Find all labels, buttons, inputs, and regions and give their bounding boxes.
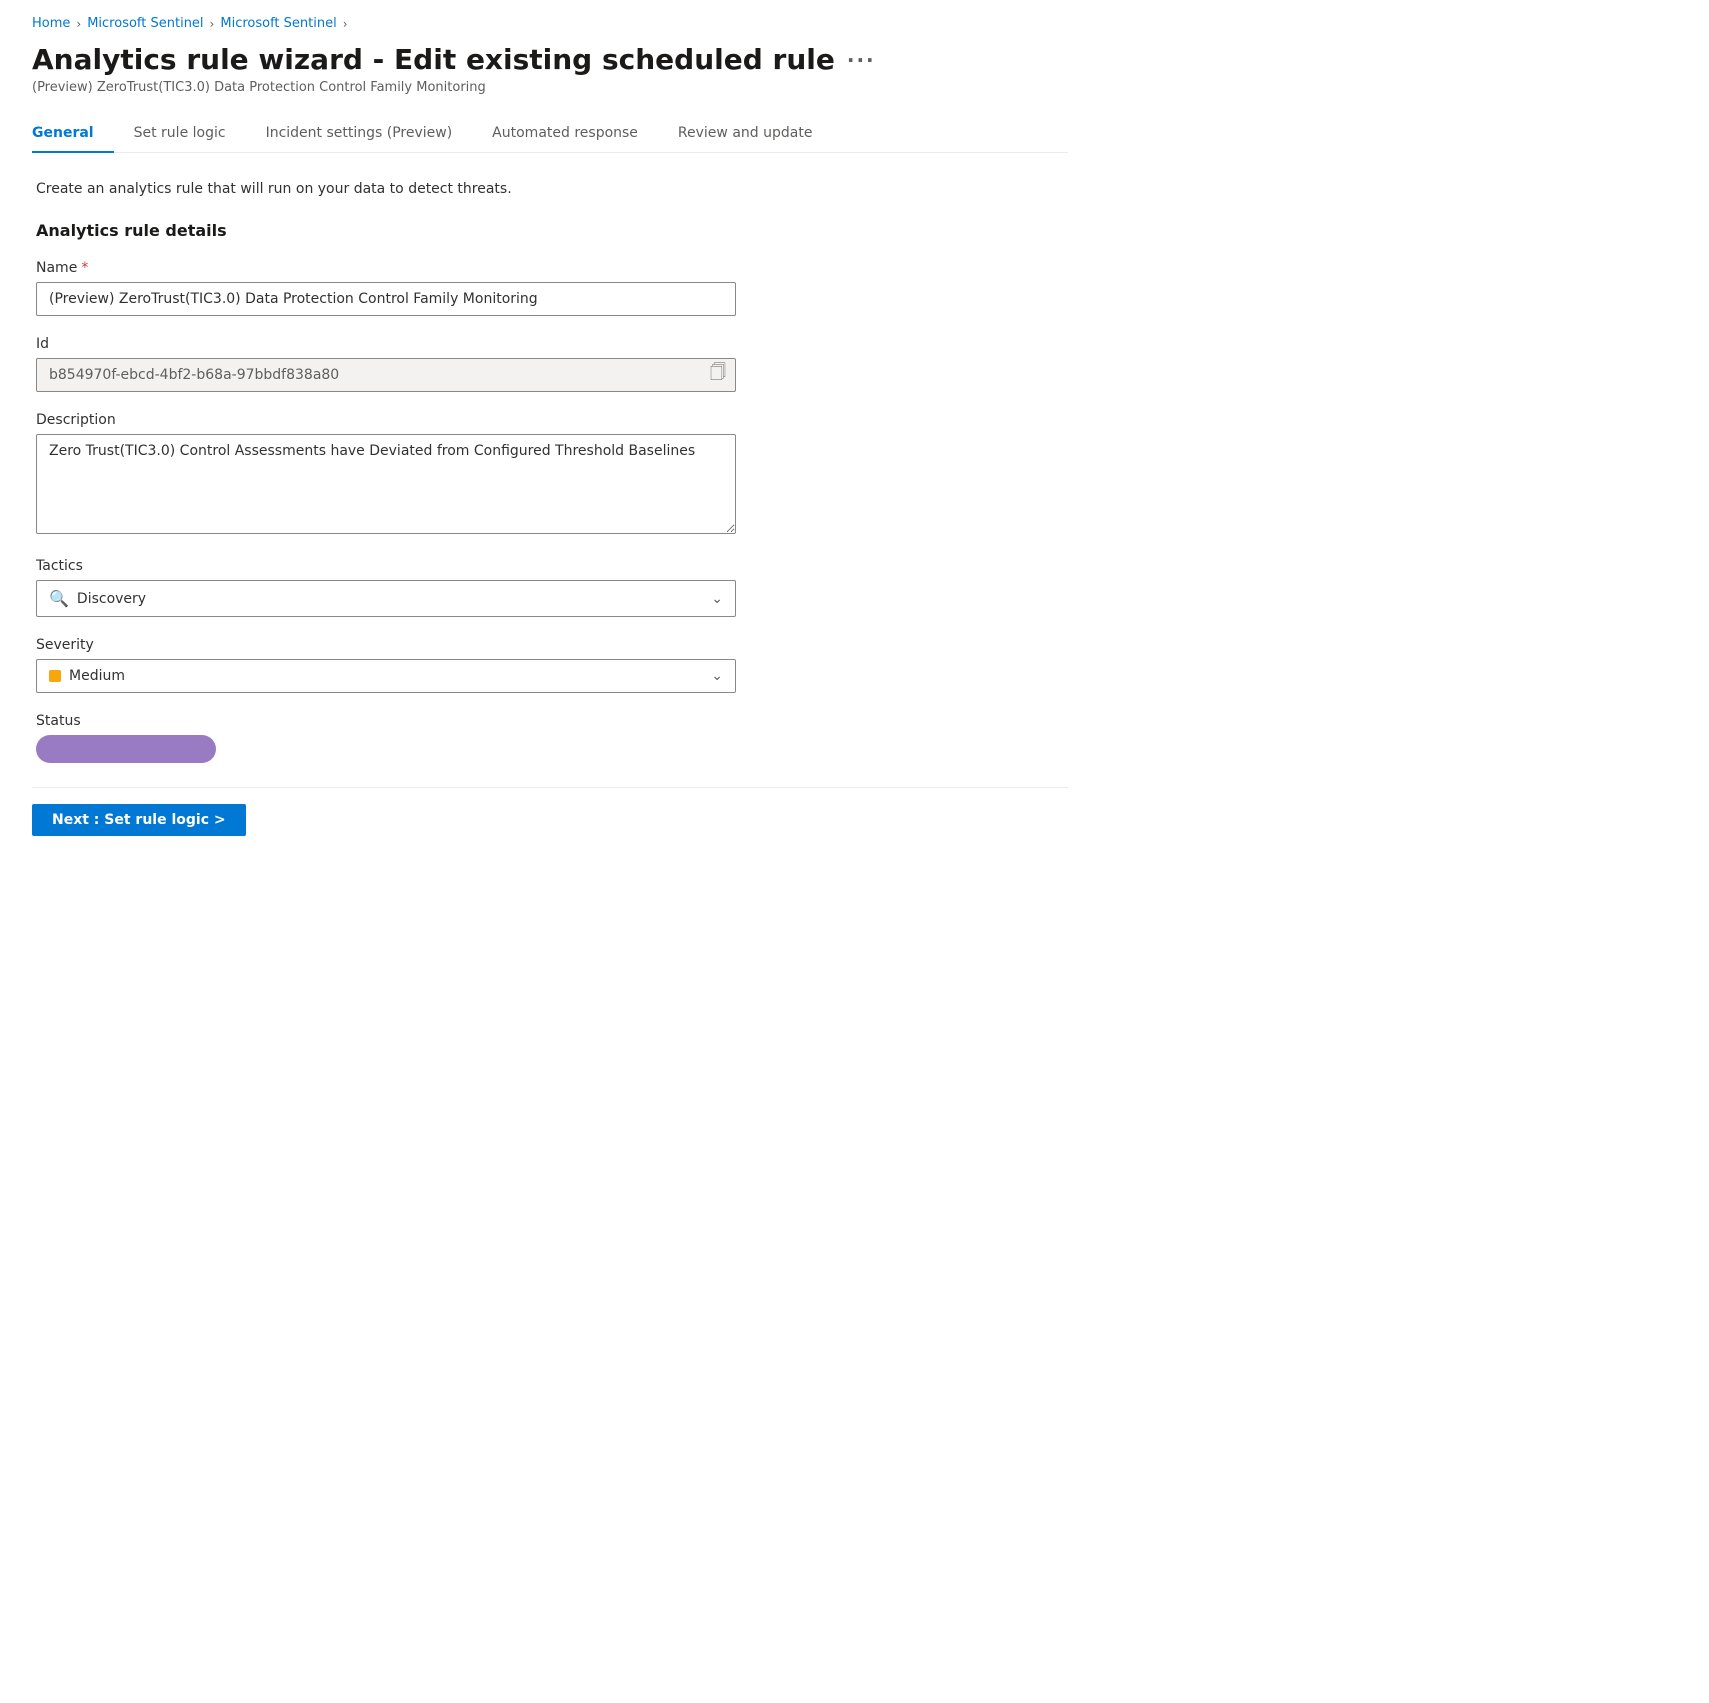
tactics-chevron-icon: ⌄ [711,591,723,607]
severity-field-group: Severity Medium ⌄ [36,637,1064,693]
tab-general[interactable]: General [32,115,114,153]
severity-label: Severity [36,637,1064,653]
severity-select[interactable]: Medium ⌄ [36,659,736,693]
tactics-field-group: Tactics 🔍 Discovery ⌄ [36,558,1064,617]
id-field-group: Id 🗍 [36,336,1064,392]
breadcrumb: Home › Microsoft Sentinel › Microsoft Se… [32,16,1068,31]
tab-review-and-update[interactable]: Review and update [658,115,833,153]
page-subtitle: (Preview) ZeroTrust(TIC3.0) Data Protect… [32,80,1068,95]
name-input[interactable] [36,282,736,316]
status-field-group: Status [36,713,1064,763]
required-star: * [81,260,88,276]
id-label: Id [36,336,1064,352]
id-field-wrapper: 🗍 [36,358,736,392]
section-title: Analytics rule details [36,221,1064,240]
content-area: Create an analytics rule that will run o… [32,181,1068,763]
tab-set-rule-logic[interactable]: Set rule logic [114,115,246,153]
id-input [36,358,736,392]
description-input[interactable] [36,434,736,534]
breadcrumb-sentinel1[interactable]: Microsoft Sentinel [87,16,203,31]
bottom-bar: Next : Set rule logic > [32,787,1068,836]
tactics-select-wrapper: 🔍 Discovery ⌄ [36,580,736,617]
tab-incident-settings[interactable]: Incident settings (Preview) [246,115,473,153]
copy-icon[interactable]: 🗍 [710,362,726,389]
breadcrumb-sep2: › [210,17,215,31]
more-options-button[interactable]: ··· [847,48,876,72]
breadcrumb-home[interactable]: Home [32,16,70,31]
description-label: Description [36,412,1064,428]
tactics-value: Discovery [77,591,146,607]
severity-badge [49,670,61,682]
breadcrumb-sep3: › [343,17,348,31]
page-title: Analytics rule wizard - Edit existing sc… [32,43,1068,76]
next-button[interactable]: Next : Set rule logic > [32,804,246,836]
severity-chevron-icon: ⌄ [711,668,723,684]
tactics-select[interactable]: 🔍 Discovery ⌄ [36,580,736,617]
breadcrumb-sentinel2[interactable]: Microsoft Sentinel [220,16,336,31]
tactics-label: Tactics [36,558,1064,574]
tab-automated-response[interactable]: Automated response [472,115,658,153]
status-toggle[interactable] [36,735,216,763]
tabs-nav: General Set rule logic Incident settings… [32,115,1068,153]
severity-value: Medium [69,668,125,684]
description-field-group: Description [36,412,1064,538]
intro-text: Create an analytics rule that will run o… [36,181,1064,197]
status-label: Status [36,713,1064,729]
page-title-text: Analytics rule wizard - Edit existing sc… [32,43,835,76]
breadcrumb-sep1: › [76,17,81,31]
severity-select-wrapper: Medium ⌄ [36,659,736,693]
name-label: Name * [36,260,1064,276]
tactics-icon: 🔍 [49,589,69,608]
name-field-group: Name * [36,260,1064,316]
